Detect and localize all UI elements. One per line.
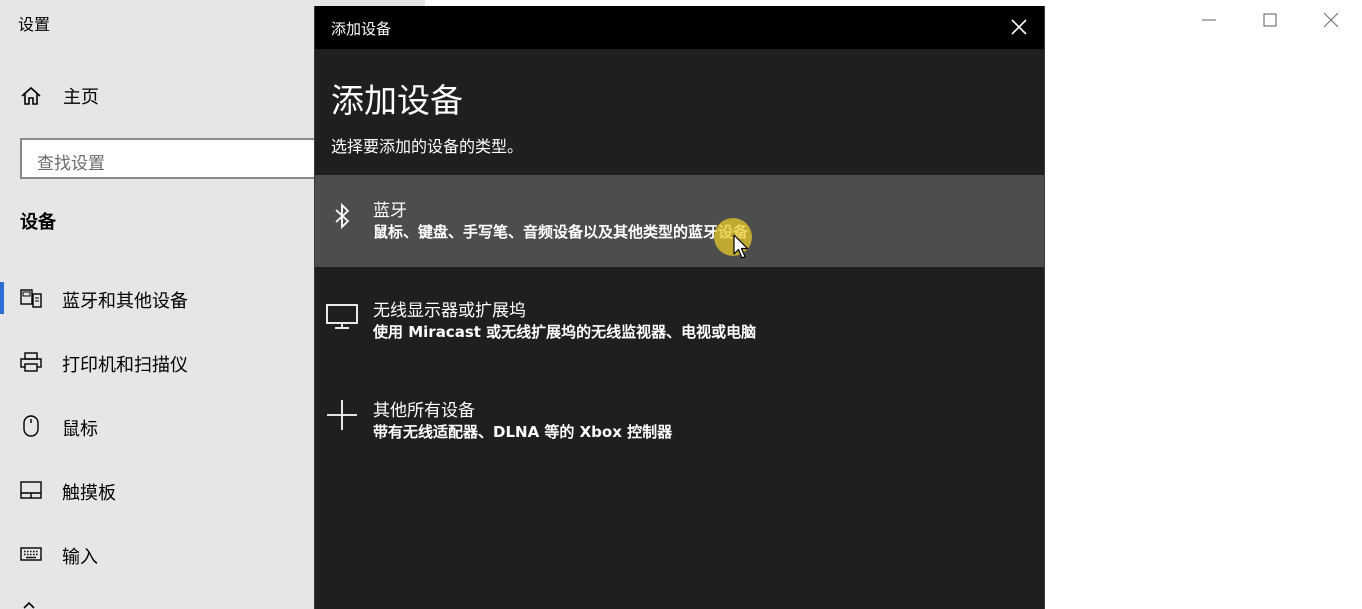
partial-nav-icon [23, 601, 35, 609]
add-device-dialog: 添加设备 添加设备 选择要添加的设备的类型。 蓝牙 鼠标、键盘、手写笔、音频设备… [314, 6, 1045, 609]
dialog-titlebar: 添加设备 [315, 6, 1044, 49]
sidebar-item-mouse[interactable]: 鼠标 [0, 406, 312, 446]
section-heading: 设备 [20, 212, 56, 233]
sidebar-item-typing[interactable]: 输入 [0, 534, 312, 574]
sidebar-item-label: 打印机和扫描仪 [62, 355, 188, 376]
dialog-titlebar-text: 添加设备 [331, 20, 392, 38]
option-everything-else[interactable]: 其他所有设备 带有无线适配器、DLNA 等的 Xbox 控制器 [315, 376, 1044, 468]
option-description: 带有无线适配器、DLNA 等的 Xbox 控制器 [373, 423, 673, 441]
sidebar-item-touchpad[interactable]: 触摸板 [0, 470, 312, 510]
sidebar-item-label: 输入 [62, 547, 98, 568]
bluetooth-devices-icon [20, 289, 42, 308]
minimize-icon[interactable] [1194, 6, 1224, 34]
sidebar-item-label: 鼠标 [62, 419, 98, 440]
search-placeholder: 查找设置 [37, 154, 105, 174]
option-wireless-display[interactable]: 无线显示器或扩展坞 使用 Miracast 或无线扩展坞的无线监视器、电视或电脑 [315, 276, 1044, 368]
maximize-icon[interactable] [1255, 6, 1285, 34]
search-input[interactable]: 查找设置 [20, 138, 340, 179]
home-label: 主页 [63, 87, 99, 108]
mouse-icon [23, 415, 39, 437]
option-title: 其他所有设备 [373, 401, 475, 421]
option-description: 使用 Miracast 或无线扩展坞的无线监视器、电视或电脑 [373, 323, 757, 341]
home-icon [21, 86, 41, 105]
sidebar-item-label: 蓝牙和其他设备 [62, 291, 188, 312]
option-bluetooth[interactable]: 蓝牙 鼠标、键盘、手写笔、音频设备以及其他类型的蓝牙设备 [315, 175, 1044, 267]
printer-icon [20, 352, 42, 372]
active-indicator [0, 282, 4, 314]
home-nav-item[interactable]: 主页 [20, 84, 99, 108]
dialog-heading: 添加设备 [331, 81, 463, 120]
monitor-icon [326, 304, 358, 329]
plus-icon [327, 400, 357, 430]
settings-window: 设置 主页 查找设置 设备 蓝牙和其他设备 打印机和扫描仪 鼠标 触摸板 输入 … [0, 0, 1362, 609]
app-title: 设置 [18, 15, 51, 34]
touchpad-icon [20, 481, 42, 499]
bluetooth-icon [335, 202, 350, 230]
mouse-cursor-icon [733, 234, 749, 259]
dialog-subtitle: 选择要添加的设备的类型。 [331, 137, 524, 156]
option-title: 蓝牙 [373, 201, 407, 221]
sidebar-item-printers[interactable]: 打印机和扫描仪 [0, 342, 312, 382]
close-icon[interactable] [1316, 6, 1346, 34]
option-title: 无线显示器或扩展坞 [373, 301, 526, 321]
dialog-close-icon[interactable] [1008, 16, 1030, 38]
keyboard-icon [20, 547, 42, 561]
option-description: 鼠标、键盘、手写笔、音频设备以及其他类型的蓝牙设备 [373, 223, 749, 241]
sidebar-item-bluetooth[interactable]: 蓝牙和其他设备 [0, 278, 312, 318]
sidebar-item-label: 触摸板 [62, 483, 116, 504]
